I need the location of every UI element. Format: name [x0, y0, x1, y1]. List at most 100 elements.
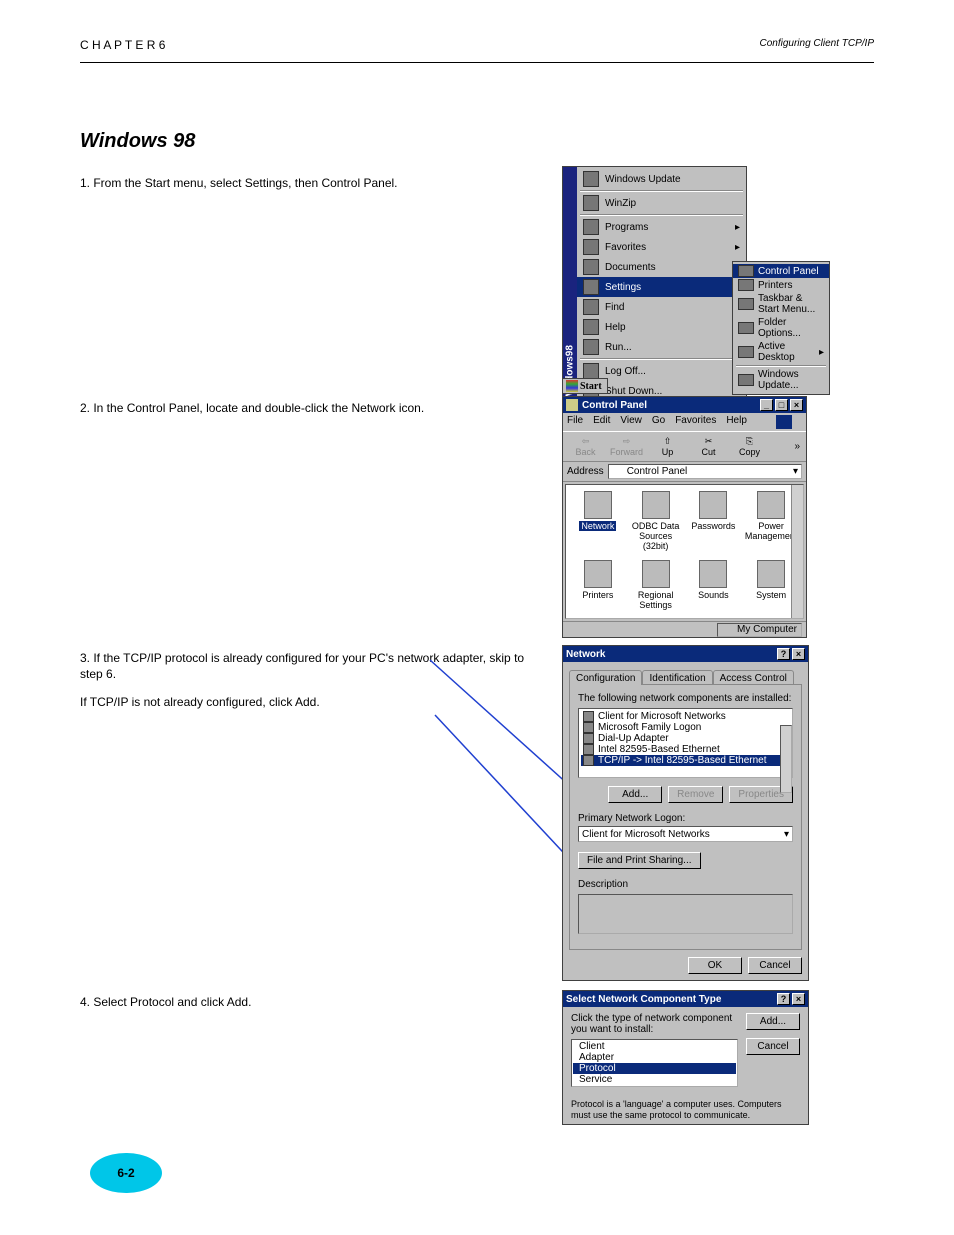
submenu-folder-options[interactable]: Folder Options... [733, 316, 829, 340]
primary-logon-label: Primary Network Logon: [578, 813, 793, 824]
icon-pane: Network ODBC Data Sources (32bit) Passwo… [565, 484, 804, 619]
menu-go[interactable]: Go [652, 415, 665, 429]
add-button[interactable]: Add... [608, 786, 662, 803]
label: System [756, 590, 786, 600]
overflow-chevron-icon[interactable]: » [794, 441, 800, 452]
up-button[interactable]: ⇧Up [651, 436, 684, 457]
submenu-arrow-icon: ▸ [735, 242, 740, 253]
component-row[interactable]: Client for Microsoft Networks [581, 711, 790, 722]
status-cell: My Computer [717, 623, 802, 637]
combo-value: Client for Microsoft Networks [582, 829, 710, 840]
menu-favorites[interactable]: Favorites [675, 415, 716, 429]
titlebar[interactable]: Control Panel _ □ × [563, 397, 806, 413]
section-heading: Windows 98 [80, 130, 195, 153]
titlebar[interactable]: Network ? × [563, 646, 808, 662]
submenu-taskbar[interactable]: Taskbar & Start Menu... [733, 292, 829, 316]
start-item-find[interactable]: Find▸ [577, 297, 746, 317]
back-button[interactable]: ⇦Back [569, 436, 602, 457]
add-button[interactable]: Add... [746, 1013, 800, 1030]
titlebar[interactable]: Select Network Component Type ? × [563, 991, 808, 1007]
cp-item-sounds[interactable]: Sounds [686, 560, 742, 613]
regional-icon [642, 560, 670, 588]
remove-button[interactable]: Remove [668, 786, 723, 803]
winzip-icon [583, 195, 599, 211]
address-input[interactable]: Control Panel ▾ [608, 464, 802, 479]
menu-separator [736, 365, 826, 367]
file-print-sharing-button[interactable]: File and Print Sharing... [578, 852, 701, 869]
caption: Click the type of network component you … [571, 1013, 738, 1035]
ok-button[interactable]: OK [688, 957, 742, 974]
list-caption: The following network components are ins… [578, 693, 793, 704]
start-item-winzip[interactable]: WinZip [577, 193, 746, 213]
step-3a-text: 3. If the TCP/IP protocol is already con… [80, 650, 540, 682]
close-button[interactable]: × [792, 648, 805, 660]
menu-edit[interactable]: Edit [593, 415, 610, 429]
label: TCP/IP -> Intel 82595-Based Ethernet [598, 755, 767, 766]
copy-button[interactable]: ⎘Copy [733, 436, 766, 457]
tab-identification[interactable]: Identification [642, 670, 712, 685]
submenu-printers[interactable]: Printers [733, 278, 829, 292]
submenu-active-desktop[interactable]: Active Desktop▸ [733, 340, 829, 364]
primary-logon-combo[interactable]: Client for Microsoft Networks ▾ [578, 826, 793, 842]
vertical-scrollbar[interactable] [791, 485, 803, 618]
menu-help[interactable]: Help [726, 415, 747, 429]
start-item-programs[interactable]: Programs▸ [577, 217, 746, 237]
tab-access-control[interactable]: Access Control [713, 670, 794, 685]
close-button[interactable]: × [792, 993, 805, 1005]
start-menu-list: Windows Update WinZip Programs▸ Favorite… [577, 167, 746, 403]
component-row[interactable]: Intel 82595-Based Ethernet [581, 744, 790, 755]
start-item-windows-update[interactable]: Windows Update [577, 169, 746, 189]
forward-button[interactable]: ⇨Forward [610, 436, 643, 457]
start-item-run[interactable]: Run... [577, 337, 746, 357]
type-protocol[interactable]: Protocol [573, 1063, 736, 1074]
start-item-favorites[interactable]: Favorites▸ [577, 237, 746, 257]
close-button[interactable]: × [790, 399, 803, 411]
menu-file[interactable]: File [567, 415, 583, 429]
active-desktop-icon [738, 346, 754, 358]
label: Regional Settings [638, 590, 674, 610]
cp-item-passwords[interactable]: Passwords [686, 491, 742, 554]
context-help-button[interactable]: ? [777, 993, 790, 1005]
type-client[interactable]: Client [573, 1041, 736, 1052]
minimize-button[interactable]: _ [760, 399, 773, 411]
dropdown-arrow-icon[interactable]: ▾ [784, 829, 789, 840]
submenu-windows-update[interactable]: Windows Update... [733, 368, 829, 392]
help-icon [583, 319, 599, 335]
cp-item-printers[interactable]: Printers [570, 560, 626, 613]
tabs: Configuration Identification Access Cont… [569, 670, 802, 685]
label: Printers [758, 280, 792, 291]
cp-item-odbc[interactable]: ODBC Data Sources (32bit) [628, 491, 684, 554]
tab-body: The following network components are ins… [569, 684, 802, 950]
cp-item-regional[interactable]: Regional Settings [628, 560, 684, 613]
vertical-scrollbar[interactable] [780, 725, 792, 793]
label: Programs [605, 222, 648, 233]
component-row-tcpip[interactable]: TCP/IP -> Intel 82595-Based Ethernet [581, 755, 790, 766]
context-help-button[interactable]: ? [777, 648, 790, 660]
dropdown-arrow-icon[interactable]: ▾ [793, 466, 798, 477]
submenu-control-panel[interactable]: Control Panel [733, 264, 829, 278]
start-item-help[interactable]: Help [577, 317, 746, 337]
component-row[interactable]: Microsoft Family Logon [581, 722, 790, 733]
cut-button[interactable]: ✂Cut [692, 436, 725, 457]
step-3: 3. If the TCP/IP protocol is already con… [80, 650, 540, 711]
start-button[interactable]: Start [562, 378, 608, 394]
odbc-icon [642, 491, 670, 519]
label: Network [579, 521, 616, 531]
cp-item-network[interactable]: Network [570, 491, 626, 554]
cancel-button[interactable]: Cancel [748, 957, 802, 974]
component-list[interactable]: Client for Microsoft Networks Microsoft … [578, 708, 793, 778]
type-service[interactable]: Service [573, 1074, 736, 1085]
description-label: Description [578, 879, 793, 890]
start-item-documents[interactable]: Documents▸ [577, 257, 746, 277]
type-adapter[interactable]: Adapter [573, 1052, 736, 1063]
start-item-settings[interactable]: Settings▸ [577, 277, 746, 297]
component-type-list[interactable]: Client Adapter Protocol Service [571, 1039, 738, 1087]
menu-view[interactable]: View [620, 415, 642, 429]
component-row[interactable]: Dial-Up Adapter [581, 733, 790, 744]
description-text: Protocol is a 'language' a computer uses… [571, 1099, 800, 1121]
window-title: Control Panel [582, 400, 647, 411]
cancel-button[interactable]: Cancel [746, 1038, 800, 1055]
tab-configuration[interactable]: Configuration [569, 670, 642, 685]
label: Shut Down... [605, 386, 662, 397]
maximize-button[interactable]: □ [775, 399, 788, 411]
